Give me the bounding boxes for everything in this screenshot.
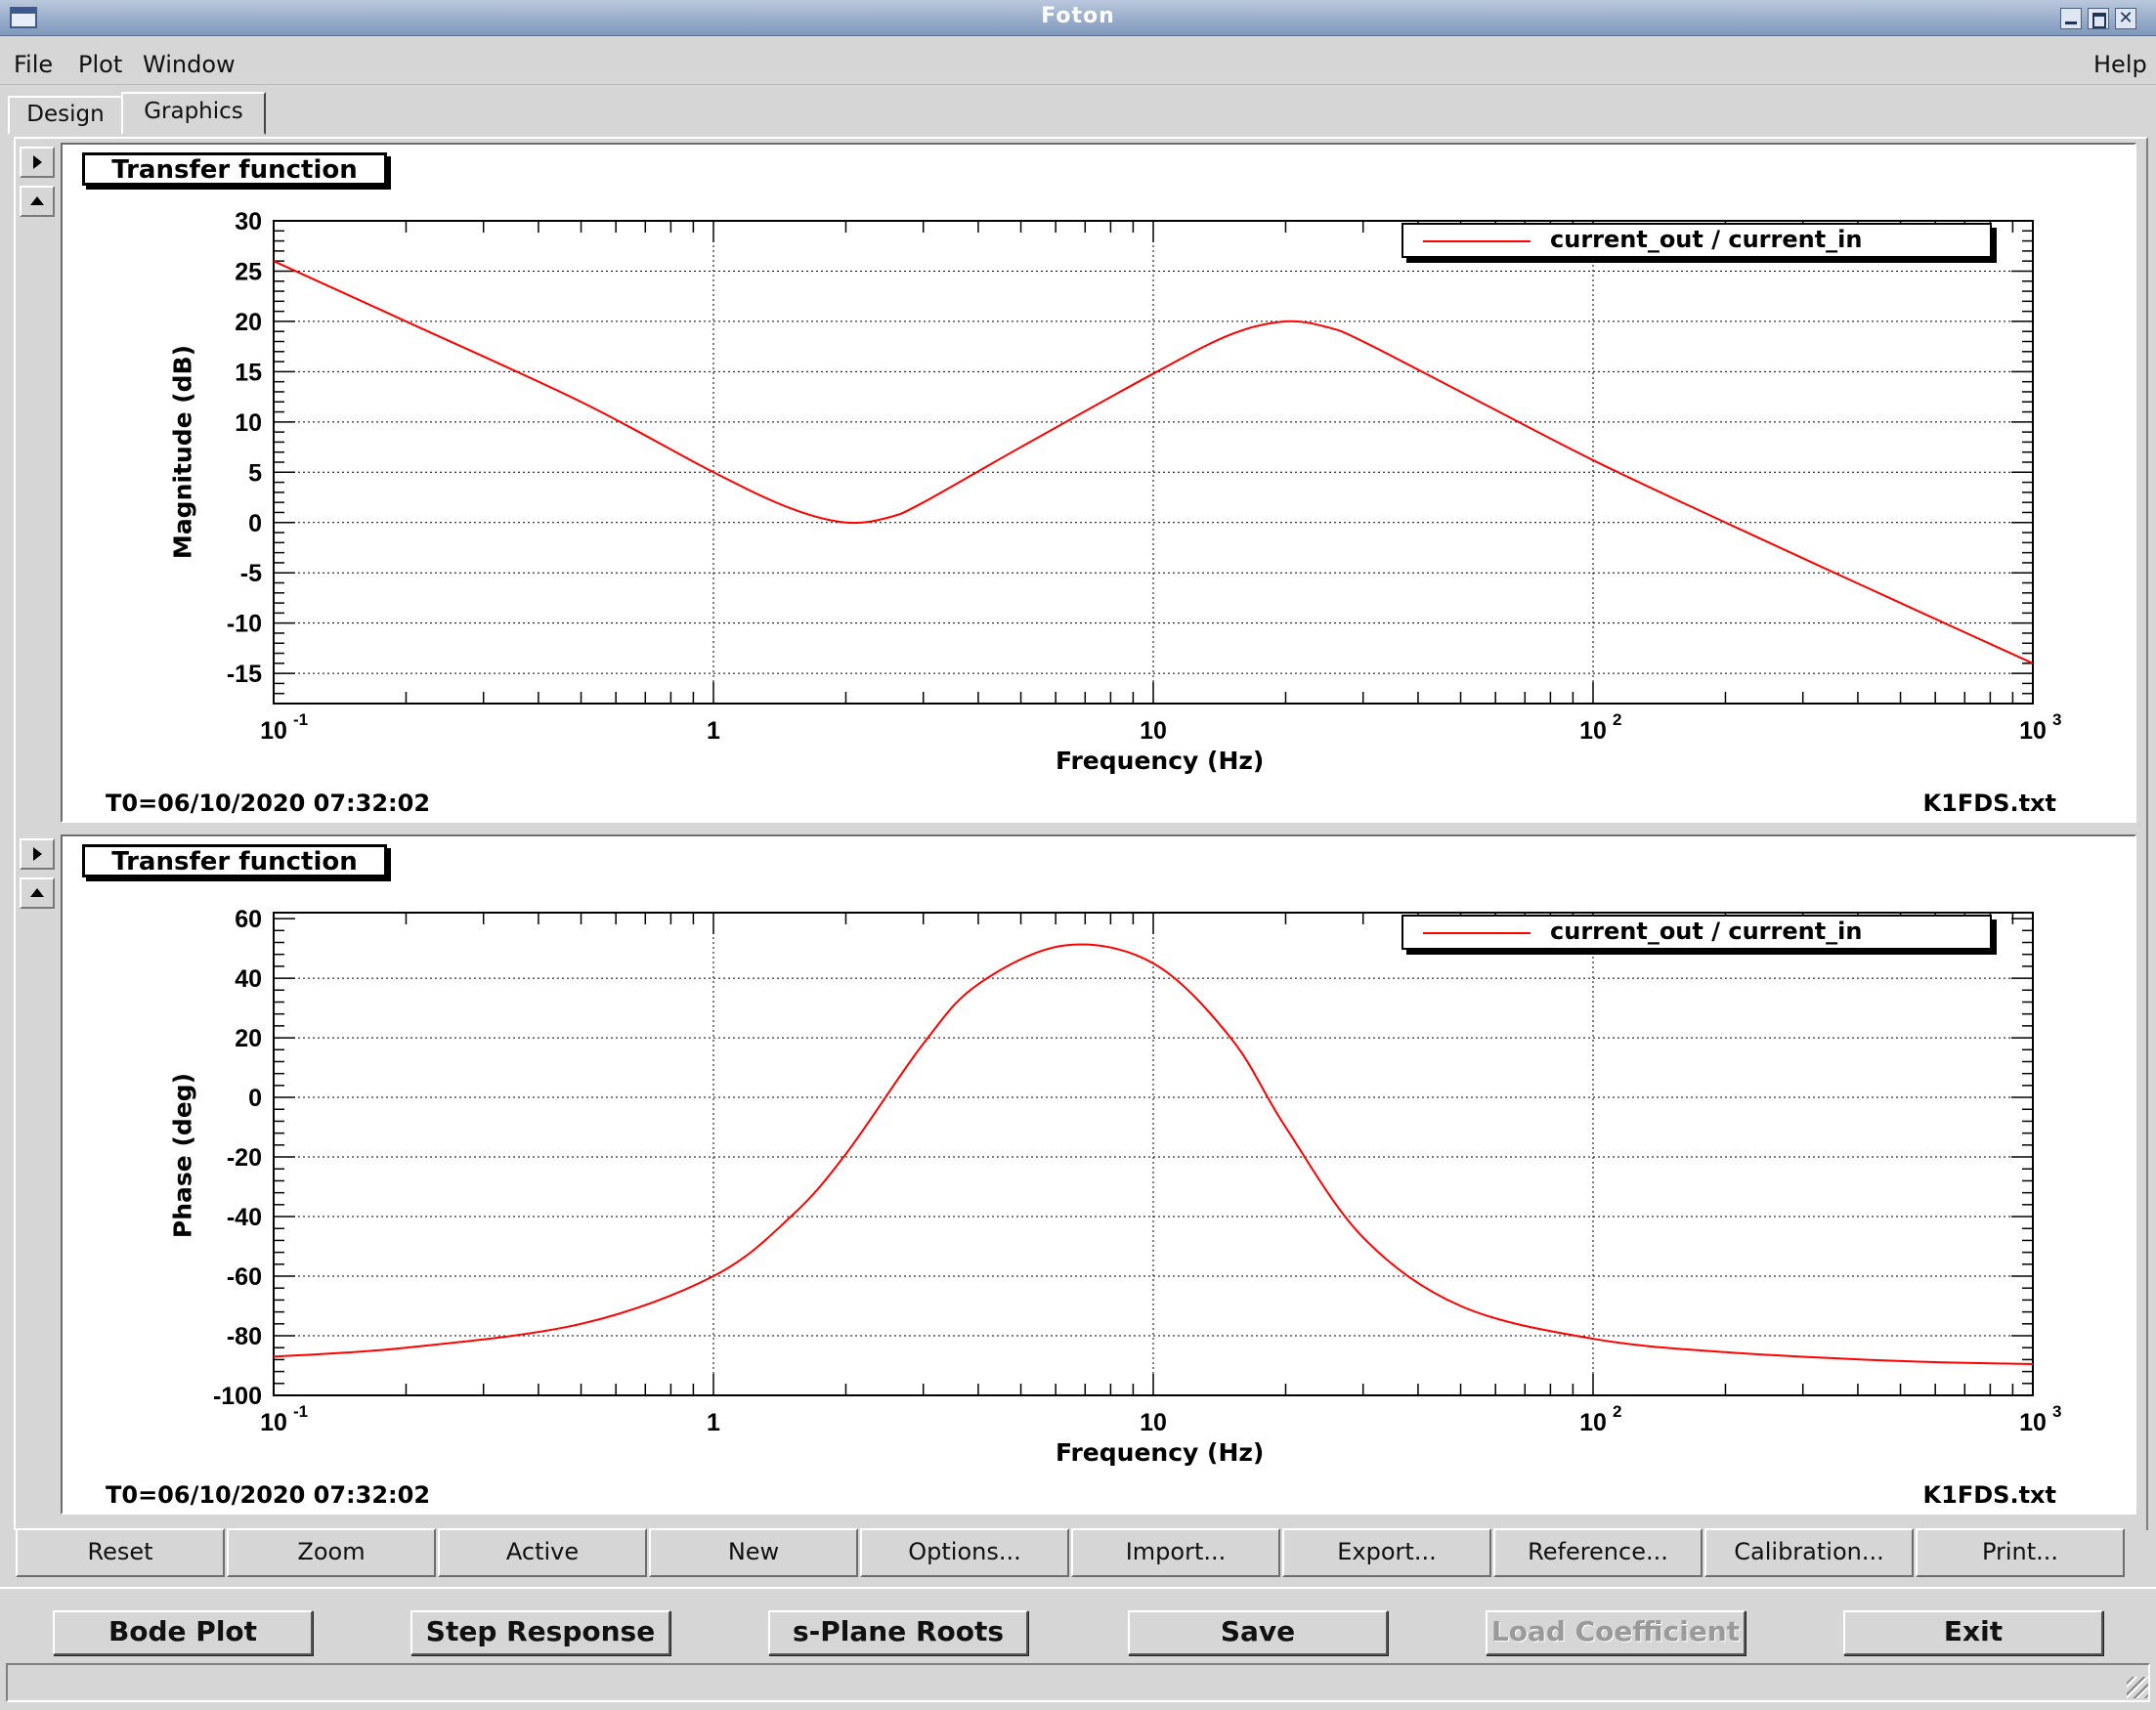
tab-bar: Design Graphics: [0, 92, 2156, 137]
phase-plot-canvas[interactable]: 60 40 20 0 -20 -40 -60 -80 -100 10 -1 1 10 10 2 10 3 Tra…: [61, 834, 2136, 1515]
exit-button[interactable]: Exit: [1843, 1610, 2103, 1655]
window-title: Foton: [1041, 4, 1115, 28]
x-tick-exponent: 3: [2052, 710, 2061, 729]
menu-window[interactable]: Window: [143, 51, 236, 78]
y-tick-label: 20: [235, 1025, 262, 1052]
legend-series-label: current_out / current_in: [1550, 918, 1863, 945]
plot-title-label[interactable]: Transfer function: [82, 844, 387, 877]
tab-graphics[interactable]: Graphics: [121, 92, 266, 135]
x-tick-exponent: 3: [2052, 1402, 2061, 1421]
print-button[interactable]: Print...: [1916, 1528, 2125, 1577]
minimize-icon[interactable]: [2060, 8, 2082, 29]
new-button[interactable]: New: [649, 1528, 858, 1577]
s-plane-roots-button[interactable]: s-Plane Roots: [768, 1610, 1028, 1655]
x-tick-exponent: 2: [1613, 710, 1621, 729]
graphics-toolbar: Reset Zoom Active New Options... Import.…: [14, 1528, 2131, 1579]
y-tick-label: 15: [235, 359, 262, 386]
legend-line-swatch: [1423, 240, 1531, 242]
y-tick-label: -80: [227, 1323, 262, 1350]
x-tick-label: 10: [1579, 717, 1607, 745]
resize-grip-icon[interactable]: [2127, 1677, 2148, 1698]
t0-timestamp: T0=06/10/2020 07:32:02: [106, 1481, 431, 1509]
step-response-button[interactable]: Step Response: [410, 1610, 670, 1655]
y-tick-label: 30: [235, 208, 262, 235]
menu-bar: File Plot Window Help: [0, 37, 2156, 85]
active-button[interactable]: Active: [438, 1528, 647, 1577]
load-coefficient-button: Load Coefficient: [1486, 1610, 1746, 1655]
x-tick-label: 10: [1140, 717, 1167, 745]
x-tick-exponent: -1: [293, 1402, 308, 1421]
y-tick-label: 0: [248, 1085, 262, 1112]
menu-help[interactable]: Help: [2093, 51, 2147, 78]
maximize-icon[interactable]: [2088, 8, 2109, 29]
y-tick-label: 5: [248, 459, 262, 487]
x-tick-label: 10: [2019, 1409, 2047, 1436]
file-name-label: K1FDS.txt: [1922, 790, 2056, 817]
bode-plot-button[interactable]: Bode Plot: [53, 1610, 313, 1655]
import-button[interactable]: Import...: [1071, 1528, 1280, 1577]
menu-plot[interactable]: Plot: [78, 51, 122, 78]
y-tick-label: -40: [227, 1204, 262, 1231]
y-tick-label: -10: [227, 611, 262, 638]
magnitude-plot-canvas[interactable]: 30 25 20 15 10 5 0 -5 -10 -15 10 -1 1 10 10 2 10 3 Transf…: [61, 143, 2136, 823]
y-tick-label: 10: [235, 409, 262, 437]
options-button[interactable]: Options...: [860, 1528, 1069, 1577]
x-tick-label: 10: [260, 717, 287, 745]
x-tick-label: 10: [1140, 1409, 1167, 1436]
y-tick-label: -15: [227, 661, 262, 688]
x-tick-label: 10: [1579, 1409, 1607, 1436]
reset-button[interactable]: Reset: [16, 1528, 225, 1577]
y-tick-label: -20: [227, 1144, 262, 1172]
t0-timestamp: T0=06/10/2020 07:32:02: [106, 790, 431, 817]
x-tick-label: 10: [260, 1409, 287, 1436]
x-tick-exponent: -1: [293, 710, 308, 729]
x-tick-label: 1: [707, 717, 720, 745]
x-axis-label: Frequency (Hz): [1056, 1438, 1265, 1467]
plot-title-label[interactable]: Transfer function: [82, 152, 387, 186]
x-tick-label: 10: [2019, 717, 2047, 745]
save-button[interactable]: Save: [1128, 1610, 1388, 1655]
menu-file[interactable]: File: [14, 51, 53, 78]
file-name-label: K1FDS.txt: [1922, 1481, 2056, 1509]
x-tick-exponent: 2: [1613, 1402, 1621, 1421]
x-axis-label: Frequency (Hz): [1056, 747, 1265, 775]
tab-design[interactable]: Design: [8, 96, 123, 135]
y-axis-label: Phase (deg): [168, 1072, 197, 1239]
panel2-collapse-arrow-icon[interactable]: [20, 877, 55, 909]
legend-series-label: current_out / current_in: [1550, 226, 1863, 253]
y-tick-label: 0: [248, 510, 262, 537]
panel2-expand-arrow-icon[interactable]: [20, 838, 55, 870]
legend-line-swatch: [1423, 932, 1531, 934]
y-axis-label: Magnitude (dB): [168, 344, 197, 560]
zoom-button[interactable]: Zoom: [227, 1528, 436, 1577]
y-tick-label: 60: [235, 906, 262, 933]
y-tick-label: 25: [235, 258, 262, 285]
y-tick-label: -5: [240, 560, 262, 587]
calibration-button[interactable]: Calibration...: [1704, 1528, 1914, 1577]
panel1-collapse-arrow-icon[interactable]: [20, 186, 55, 217]
export-button[interactable]: Export...: [1282, 1528, 1491, 1577]
action-bar: Bode Plot Step Response s-Plane Roots Sa…: [0, 1587, 2156, 1673]
y-tick-label: -100: [213, 1383, 262, 1410]
reference-button[interactable]: Reference...: [1493, 1528, 1703, 1577]
y-tick-label: 40: [235, 965, 262, 993]
chart-legend[interactable]: current_out / current_in: [1401, 223, 1992, 258]
panel1-expand-arrow-icon[interactable]: [20, 147, 55, 178]
y-tick-label: 20: [235, 309, 262, 336]
x-tick-label: 1: [707, 1409, 720, 1436]
y-tick-label: -60: [227, 1263, 262, 1291]
status-bar: [6, 1663, 2150, 1702]
chart-legend[interactable]: current_out / current_in: [1401, 915, 1992, 950]
title-bar: Foton ✕: [0, 0, 2156, 36]
close-icon[interactable]: ✕: [2115, 8, 2136, 29]
